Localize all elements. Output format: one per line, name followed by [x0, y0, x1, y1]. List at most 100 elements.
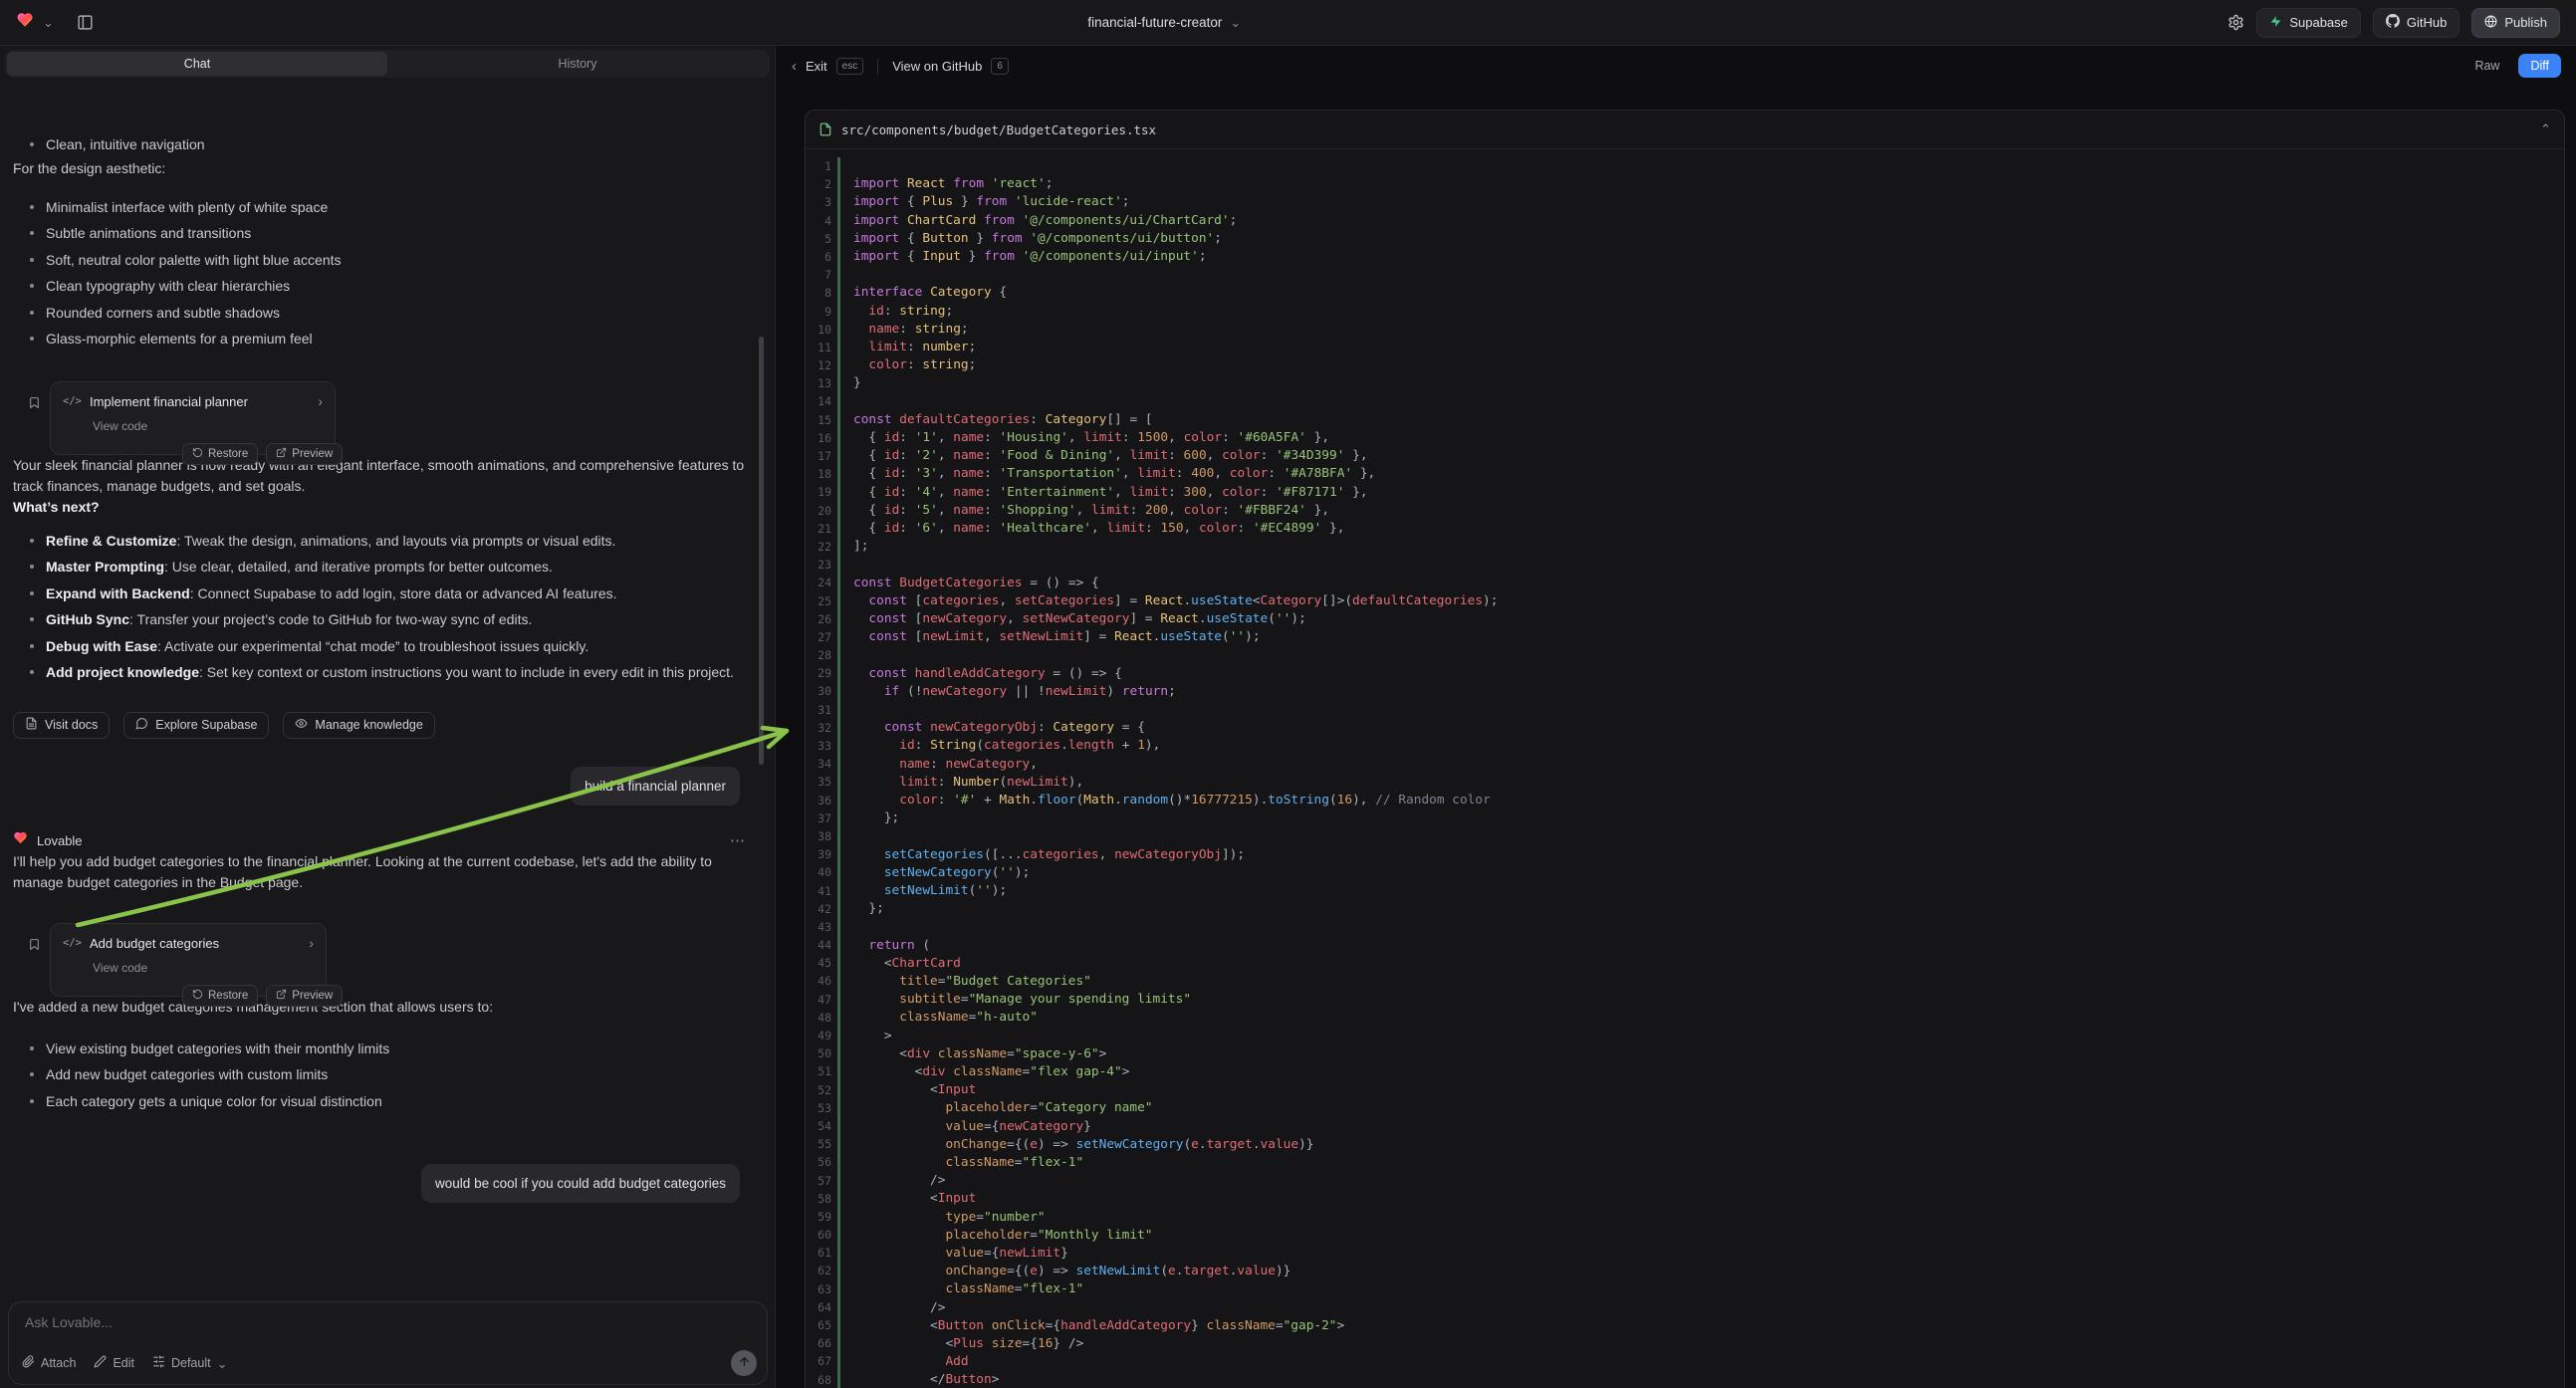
code-line: <Plus size={16} />: [853, 1335, 2564, 1353]
line-number: 63: [806, 1280, 831, 1298]
code-line: >: [853, 1028, 2564, 1045]
assistant-paragraph: Your sleek financial planner is now read…: [13, 455, 751, 497]
preview-button[interactable]: Preview: [266, 443, 343, 465]
bookmark-icon[interactable]: [28, 936, 41, 957]
view-on-github-link[interactable]: View on GitHub: [892, 59, 982, 74]
edit-card-wrap: </> Implement financial planner › View c…: [50, 381, 751, 455]
next-step-item: Add project knowledge: Set key context o…: [46, 659, 751, 686]
attach-label: Attach: [41, 1356, 76, 1370]
added-bullet-list: View existing budget categories with the…: [13, 1036, 751, 1115]
code-line: <ChartCard: [853, 955, 2564, 973]
line-number: 21: [806, 520, 831, 538]
settings-gear-icon[interactable]: [2227, 14, 2244, 31]
project-name: financial-future-creator: [1087, 15, 1222, 30]
code-line: [853, 918, 2564, 936]
back-chevron-icon[interactable]: ‹: [792, 58, 797, 75]
code-line: <div className="flex gap-4">: [853, 1063, 2564, 1081]
exit-button[interactable]: Exit: [806, 59, 827, 74]
external-link-icon: [276, 989, 287, 1003]
publish-button[interactable]: Publish: [2471, 8, 2560, 38]
line-number: 31: [806, 701, 831, 719]
line-number: 12: [806, 356, 831, 374]
supabase-button[interactable]: Supabase: [2256, 8, 2361, 38]
code-line: interface Category {: [853, 284, 2564, 302]
line-number: 23: [806, 556, 831, 574]
mode-label: Default: [171, 1356, 211, 1370]
send-button[interactable]: [731, 1350, 757, 1376]
tab-history[interactable]: History: [387, 52, 768, 76]
code-line: placeholder="Category name": [853, 1099, 2564, 1117]
assistant-paragraph: I've added a new budget categories manag…: [13, 997, 751, 1018]
line-number: 16: [806, 429, 831, 447]
restore-button[interactable]: Restore: [182, 443, 258, 465]
supabase-label: Supabase: [2289, 15, 2348, 30]
attach-button[interactable]: Attach: [22, 1355, 76, 1371]
code-line: limit: number;: [853, 339, 2564, 356]
github-button[interactable]: GitHub: [2373, 8, 2459, 38]
line-number: 13: [806, 374, 831, 392]
globe-icon: [2484, 15, 2497, 31]
message-menu-icon[interactable]: ⋯: [730, 830, 745, 851]
sidebar-toggle-icon[interactable]: [77, 14, 94, 31]
line-number: 54: [806, 1117, 831, 1135]
code-line: const [newCategory, setNewCategory] = Re…: [853, 610, 2564, 628]
code-line: import { Button } from '@/components/ui/…: [853, 230, 2564, 248]
next-step-item: Debug with Ease: Activate our experiment…: [46, 633, 751, 660]
mode-select-button[interactable]: Default ⌄: [152, 1355, 228, 1371]
restore-icon: [192, 447, 203, 461]
bookmark-icon[interactable]: [28, 394, 41, 415]
line-number: 37: [806, 810, 831, 827]
lovable-logo-heart-icon[interactable]: [16, 11, 34, 34]
view-code-link[interactable]: View code: [93, 958, 314, 979]
design-bullet-item: Minimalist interface with plenty of whit…: [46, 194, 751, 221]
edit-mode-button[interactable]: Edit: [94, 1355, 134, 1371]
edit-card-implement-financial-planner[interactable]: </> Implement financial planner › View c…: [50, 381, 336, 455]
chat-scrollbar-thumb[interactable]: [759, 337, 764, 765]
edit-card-add-budget-categories[interactable]: </> Add budget categories › View code Re…: [50, 923, 327, 997]
line-number: 49: [806, 1027, 831, 1044]
line-number: 67: [806, 1352, 831, 1370]
doc-icon: [25, 717, 38, 733]
file-header[interactable]: src/components/budget/BudgetCategories.t…: [806, 111, 2564, 149]
preview-button[interactable]: Preview: [266, 985, 343, 1007]
code-line: import React from 'react';: [853, 175, 2564, 193]
line-number: 27: [806, 628, 831, 646]
line-number: 48: [806, 1009, 831, 1027]
code-line: ];: [853, 538, 2564, 556]
collapse-chevron-up-icon[interactable]: ⌃: [2540, 121, 2551, 137]
code-editor[interactable]: 1234567891011121314151617181920212223242…: [806, 149, 2564, 1388]
code-line: { id: '2', name: 'Food & Dining', limit:…: [853, 447, 2564, 465]
sliders-icon: [152, 1355, 165, 1371]
restore-button[interactable]: Restore: [182, 985, 258, 1007]
next-steps-list: Refine & Customize: Tweak the design, an…: [13, 528, 751, 686]
code-line: title="Budget Categories": [853, 973, 2564, 991]
code-panel-header: ‹ Exit esc View on GitHub 6 Raw Diff: [777, 46, 2576, 86]
chat-message-list[interactable]: Clean, intuitive navigation For the desi…: [0, 129, 775, 1290]
lovable-app: ⌄ financial-future-creator ⌄ Supabase: [0, 0, 2576, 1388]
prompt-input[interactable]: [23, 1312, 728, 1350]
visit-docs-button[interactable]: Visit docs: [13, 712, 110, 739]
visit-docs-label: Visit docs: [45, 718, 98, 732]
code-line: <Input: [853, 1190, 2564, 1208]
raw-toggle-button[interactable]: Raw: [2464, 54, 2509, 78]
line-number: 59: [806, 1208, 831, 1226]
user-message: build a financial planner: [571, 767, 740, 806]
explore-supabase-button[interactable]: Explore Supabase: [123, 712, 269, 739]
manage-knowledge-button[interactable]: Manage knowledge: [283, 712, 434, 739]
line-number: 14: [806, 392, 831, 410]
code-body: src/components/budget/BudgetCategories.t…: [805, 86, 2565, 1388]
workspace-chevron-down-icon[interactable]: ⌄: [43, 16, 54, 29]
line-number: 47: [806, 991, 831, 1009]
code-line: onChange={(e) => setNewLimit(e.target.va…: [853, 1263, 2564, 1280]
project-switcher[interactable]: financial-future-creator ⌄: [1087, 15, 1241, 30]
view-code-link[interactable]: View code: [93, 416, 323, 437]
edit-card-title: Add budget categories: [90, 933, 301, 954]
assistant-name: Lovable: [37, 830, 83, 851]
tab-chat[interactable]: Chat: [7, 52, 387, 76]
line-number: 43: [806, 918, 831, 936]
divider: [877, 59, 878, 74]
lovable-avatar-heart-icon: [13, 830, 28, 851]
diff-toggle-button[interactable]: Diff: [2518, 54, 2561, 78]
line-number: 11: [806, 339, 831, 356]
line-number: 10: [806, 321, 831, 339]
